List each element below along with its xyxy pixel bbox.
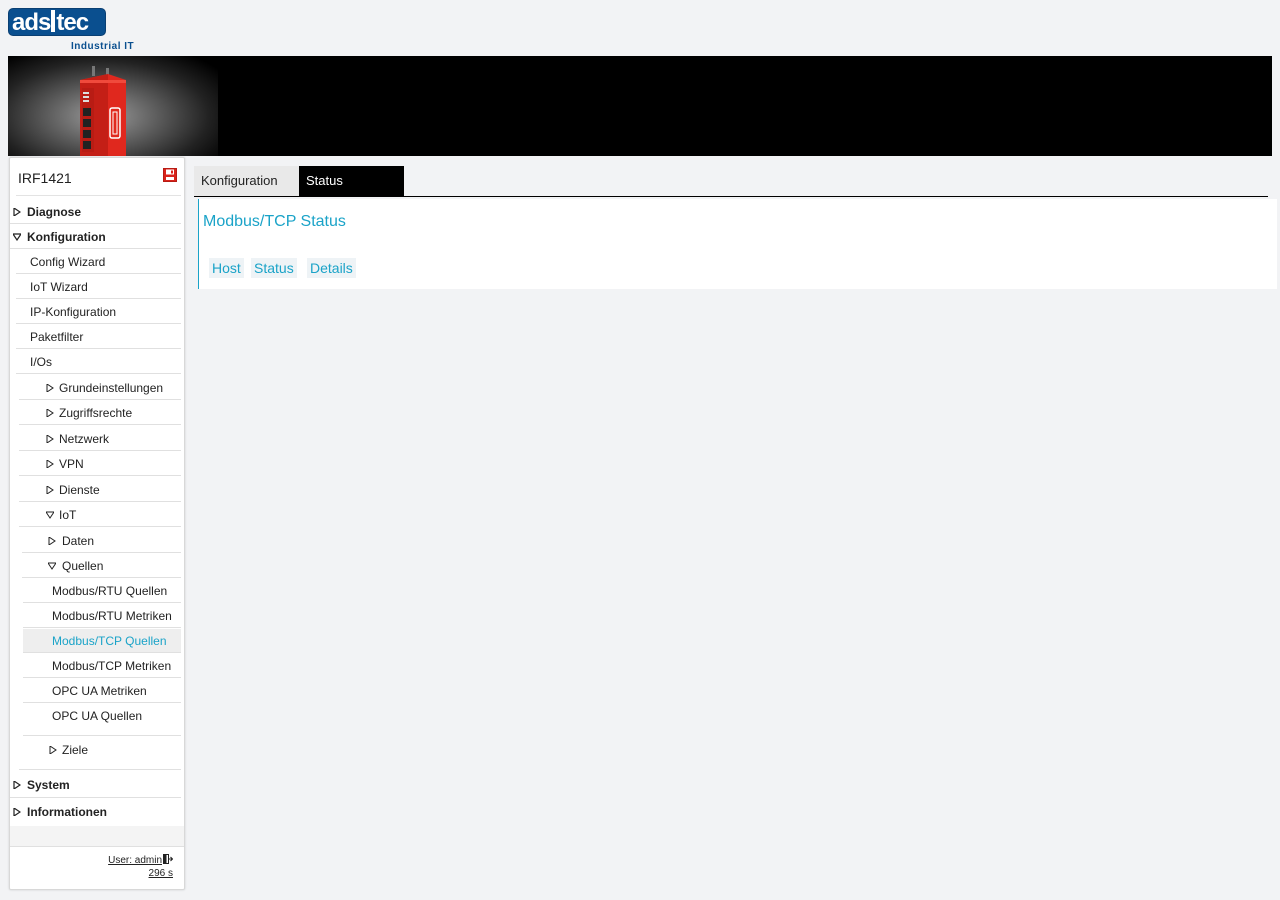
sidebar-item-label: I/Os (30, 355, 53, 369)
chevron-right-icon (13, 781, 21, 789)
sidebar-item-label: IP-Konfiguration (30, 305, 117, 319)
sidebar-item-label: IoT (59, 508, 77, 522)
sidebar-item-label: Modbus/TCP Metriken (52, 659, 172, 673)
sidebar-item-vpn[interactable]: VPN (19, 452, 181, 476)
logo-text-left: ads (12, 9, 51, 36)
sidebar-item-label: Daten (62, 534, 95, 548)
sidebar-item-modbus-rtu-quellen[interactable]: Modbus/RTU Quellen (23, 579, 181, 603)
session-timer: 296 s (148, 868, 173, 879)
chevron-down-icon (46, 511, 54, 519)
column-header-status[interactable]: Status (251, 258, 297, 278)
sidebar-item-dienste[interactable]: Dienste (19, 478, 181, 502)
sidebar-item-ip-konfiguration[interactable]: IP-Konfiguration (16, 300, 181, 324)
sidebar-item-quellen[interactable]: Quellen (22, 554, 181, 578)
chevron-right-icon (46, 460, 54, 468)
sidebar-item-grundeinstellungen[interactable]: Grundeinstellungen (19, 376, 181, 400)
sidebar-item-opc-ua-quellen[interactable]: OPC UA Quellen (23, 704, 181, 736)
device-name: IRF1421 (18, 170, 72, 186)
sidebar-item-opc-ua-metriken[interactable]: OPC UA Metriken (23, 679, 181, 703)
sidebar-item-informationen[interactable]: Informationen (10, 799, 181, 825)
chevron-right-icon (46, 486, 54, 494)
sidebar-item-label: Config Wizard (30, 255, 106, 269)
sidebar-item-label: Modbus/RTU Quellen (52, 584, 168, 598)
sidebar-item-iot-wizard[interactable]: IoT Wizard (16, 275, 181, 299)
sidebar-footer-shade (10, 826, 184, 846)
column-header-host[interactable]: Host (209, 258, 244, 278)
sidebar-item-label: Konfiguration (27, 230, 106, 244)
sidebar-item-label: Modbus/RTU Metriken (52, 609, 172, 623)
sidebar-item-diagnose[interactable]: Diagnose (10, 200, 181, 224)
sidebar-item-label: System (27, 778, 70, 792)
chevron-right-icon (13, 808, 21, 816)
sidebar-item-ziele[interactable]: Ziele (19, 736, 181, 770)
sidebar-item-label: Quellen (62, 559, 104, 573)
sidebar-item-konfiguration[interactable]: Konfiguration (10, 225, 181, 249)
sidebar-item-paketfilter[interactable]: Paketfilter (16, 325, 181, 349)
sidebar-item-label: OPC UA Metriken (52, 684, 147, 698)
chevron-down-icon (48, 562, 56, 570)
sidebar-footer-divider (10, 846, 184, 847)
sidebar-item-ios[interactable]: I/Os (16, 350, 181, 374)
sidebar-item-label: Ziele (62, 743, 89, 757)
logo-mark: ads tec (8, 8, 106, 36)
sidebar-item-label: Paketfilter (30, 330, 84, 344)
tab-status[interactable]: Status (299, 166, 404, 196)
save-icon[interactable] (163, 168, 177, 182)
sidebar-item-system[interactable]: System (10, 772, 181, 798)
chevron-right-icon (49, 746, 57, 754)
sidebar-item-label: Grundeinstellungen (59, 381, 164, 395)
logo-text-right: tec (56, 9, 89, 36)
sidebar-item-modbus-rtu-metriken[interactable]: Modbus/RTU Metriken (23, 604, 181, 628)
sidebar-item-label: OPC UA Quellen (52, 709, 143, 723)
sidebar-item-label: Diagnose (27, 205, 82, 219)
sidebar-item-modbus-tcp-quellen[interactable]: Modbus/TCP Quellen (23, 629, 181, 653)
tab-underline (194, 196, 1268, 197)
header-banner (8, 56, 1272, 156)
sidebar-item-config-wizard[interactable]: Config Wizard (16, 250, 181, 274)
ads-tec-logo: ads tec Industrial IT (8, 8, 138, 54)
column-header-details[interactable]: Details (307, 258, 356, 278)
sidebar-item-daten[interactable]: Daten (22, 529, 181, 553)
sidebar-item-zugriffsrechte[interactable]: Zugriffsrechte (19, 401, 181, 425)
chevron-right-icon (13, 208, 21, 216)
logout-icon[interactable] (163, 854, 173, 864)
sidebar-item-label: IoT Wizard (30, 280, 88, 294)
sidebar-item-label: Dienste (59, 483, 100, 497)
sidebar-item-modbus-tcp-metriken[interactable]: Modbus/TCP Metriken (23, 654, 181, 678)
chevron-right-icon (46, 384, 54, 392)
chevron-right-icon (46, 409, 54, 417)
sidebar: IRF1421 Diagnose Konfiguration Config Wi… (9, 157, 185, 890)
sidebar-item-label: VPN (59, 457, 84, 471)
sidebar-item-iot[interactable]: IoT (19, 503, 181, 527)
logo-subtitle: Industrial IT (71, 41, 135, 52)
chevron-right-icon (46, 435, 54, 443)
sidebar-item-label: Zugriffsrechte (59, 406, 133, 420)
sidebar-item-netzwerk[interactable]: Netzwerk (19, 427, 181, 451)
user-link[interactable]: User: admin (108, 855, 162, 866)
main-content: Modbus/TCP Status Host Status Details (198, 199, 1277, 289)
sidebar-item-label: Informationen (27, 805, 107, 819)
sidebar-divider (16, 195, 181, 196)
chevron-right-icon (48, 537, 56, 545)
sidebar-item-label: Modbus/TCP Quellen (52, 634, 167, 648)
chevron-down-icon (13, 233, 21, 241)
router-device-image (80, 66, 126, 156)
sidebar-item-label: Netzwerk (59, 432, 110, 446)
page-title: Modbus/TCP Status (203, 213, 346, 230)
tab-konfiguration[interactable]: Konfiguration (194, 166, 299, 196)
